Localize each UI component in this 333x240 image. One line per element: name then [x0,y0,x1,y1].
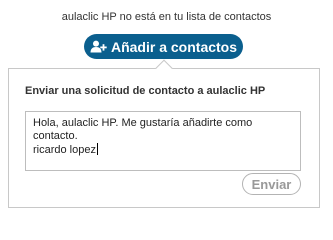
add-to-contacts-label: Añadir a contactos [110,38,238,55]
message-line: Hola, aulaclic HP. Me gustaría añadirte … [33,117,253,129]
not-in-contacts-notice: aulaclic HP no está en tu lista de conta… [61,11,272,23]
contact-request-panel: Enviar una solicitud de contacto a aulac… [8,68,320,208]
message-line: contacto. [33,130,78,142]
message-line: ricardo lopez [33,144,96,156]
message-textarea[interactable]: Hola, aulaclic HP. Me gustaría añadirte … [25,111,301,171]
message-line-with-caret: ricardo lopez [33,143,293,157]
text-caret [96,143,98,155]
add-to-contacts-button[interactable]: Añadir a contactos [84,34,243,59]
panel-title: Enviar una solicitud de contacto a aulac… [25,85,266,97]
add-person-icon [90,40,107,53]
send-button[interactable]: Enviar [242,173,301,195]
